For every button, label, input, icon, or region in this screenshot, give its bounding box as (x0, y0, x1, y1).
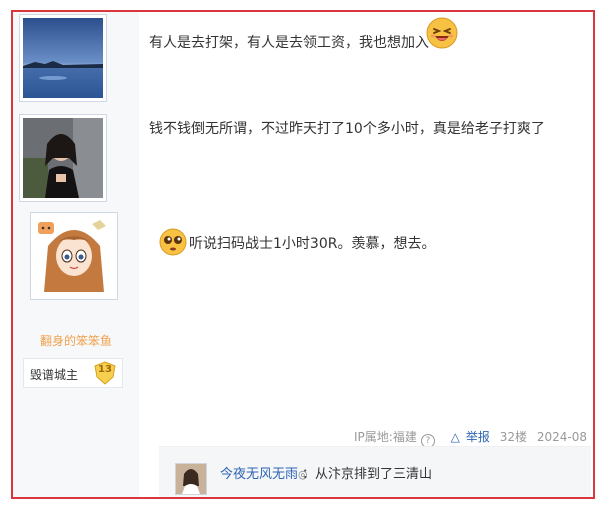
post-1-author-column (13, 12, 139, 112)
post-date: 2024-08 (536, 430, 587, 444)
post-2-author-column (13, 112, 139, 202)
level-number: 13 (98, 364, 112, 375)
thread-container: 有人是去打架，有人是去领工资，我也想加入 钱不钱倒无所谓，不过昨天打了10个多小… (11, 10, 595, 499)
floor-number: 32楼 (499, 430, 528, 444)
level-shield-icon: 13 (94, 361, 116, 385)
post-2-content: 钱不钱倒无所谓，不过昨天打了10个多小时，真是给老子打爽了 (149, 121, 545, 137)
avatar-lake-landscape[interactable] (23, 18, 103, 98)
rank-title: 毁谱城主 (30, 368, 79, 382)
post-1: 有人是去打架，有人是去领工资，我也想加入 (13, 12, 593, 112)
post-2-avatar-frame[interactable] (19, 114, 107, 202)
post-3-avatar-frame[interactable] (30, 212, 118, 300)
post-3-content: 听说扫码战士1小时30R。羡慕，想去。 (189, 236, 436, 252)
lake-landscape-image (23, 18, 103, 98)
ip-location: IP属地:福建 (354, 430, 417, 444)
reply-avatar[interactable] (175, 463, 207, 495)
reply-box: 今夜无风无雨◎ ：从汴京排到了三清山 (159, 446, 591, 497)
post-1-content: 有人是去打架，有人是去领工资，我也想加入 (149, 35, 429, 51)
post-3-author-column: 翻身的笨笨鱼 毁谱城主 13 (13, 202, 139, 497)
reply-avatar-image (176, 464, 206, 494)
report-link[interactable]: △ 举报 (445, 430, 490, 444)
laughing-emoji-icon (426, 17, 458, 49)
reply-content: ：从汴京排到了三清山 (302, 467, 433, 482)
post-2: 钱不钱倒无所谓，不过昨天打了10个多小时，真是给老子打爽了 (13, 112, 593, 202)
post-3-rank-badge[interactable]: 毁谱城主 13 (23, 358, 123, 388)
post-3-meta: IP属地:福建? △ 举报 32楼 2024-08 (348, 428, 587, 448)
portrait-woman-image (23, 118, 103, 198)
anime-girl-image (34, 216, 114, 296)
post-3-username[interactable]: 翻身的笨笨鱼 (13, 332, 139, 349)
warning-triangle-icon: △ (450, 430, 460, 444)
avatar-anime-girl[interactable] (34, 216, 114, 296)
post-1-avatar-frame[interactable] (19, 14, 107, 102)
pleading-emoji-icon (159, 228, 187, 256)
reply-username[interactable]: 今夜无风无雨◎ (220, 463, 308, 482)
avatar-portrait-woman[interactable] (23, 118, 103, 198)
